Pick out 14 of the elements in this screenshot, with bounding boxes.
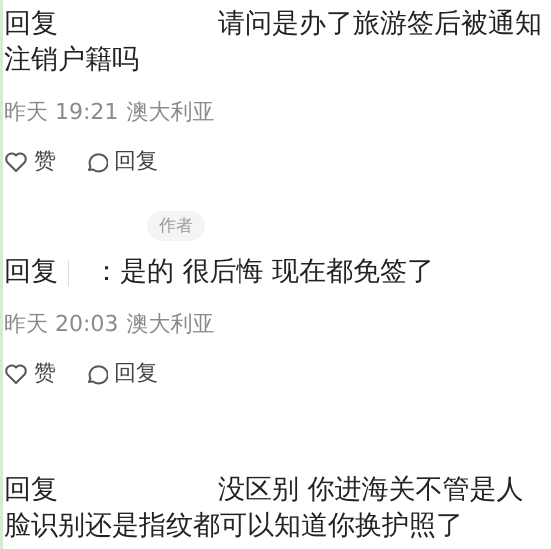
author-tag: 作者: [147, 211, 205, 241]
comment-time: 昨天 20:03: [4, 311, 118, 339]
heart-icon: [4, 151, 28, 173]
comment-text: 回复 ：是的 很后悔 现在都免签了: [4, 255, 436, 289]
like-button[interactable]: 赞: [4, 359, 56, 389]
reply-button[interactable]: 回复: [84, 147, 158, 177]
heart-icon: [4, 363, 28, 385]
comment-text: 回复 没区别 你进海关不管是人脸识别还是指纹都可以知道你换护照了: [4, 473, 525, 543]
like-button[interactable]: 赞: [4, 147, 56, 177]
comment-time: 昨天 19:21: [4, 99, 118, 127]
comment-location: 澳大利亚: [126, 99, 214, 127]
comment-text: 回复 请问是办了旅游签后被通知注销户籍吗: [4, 7, 543, 77]
comment-location: 澳大利亚: [126, 311, 214, 339]
reply-button[interactable]: 回复: [84, 359, 158, 389]
